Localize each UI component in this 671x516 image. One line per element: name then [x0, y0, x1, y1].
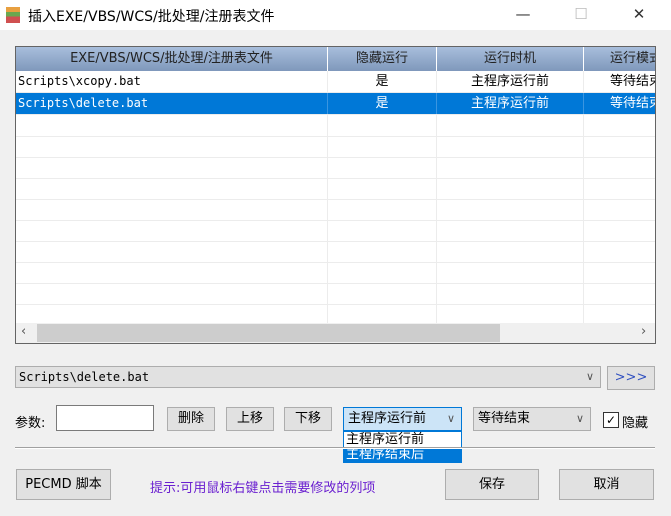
chevron-down-icon: ∨	[446, 412, 455, 425]
move-up-button[interactable]: 上移	[226, 407, 274, 431]
timing-option[interactable]: 主程序运行前	[344, 432, 461, 447]
window-title: 插入EXE/VBS/WCS/批处理/注册表文件	[28, 9, 275, 25]
hidden-checkbox[interactable]: ✓	[603, 412, 619, 428]
timing-combo[interactable]: 主程序运行前 ∨	[343, 407, 462, 431]
delete-button[interactable]: 删除	[167, 407, 215, 431]
column-header-hidden[interactable]: 隐藏运行	[328, 47, 437, 71]
grid-line	[16, 304, 655, 305]
cell-mode: 等待结束	[584, 93, 655, 114]
mode-combo[interactable]: 等待结束 ∨	[473, 407, 591, 431]
chevron-down-icon: ∨	[585, 370, 594, 383]
timing-option-highlighted[interactable]: 主程序结束后	[344, 447, 461, 462]
grid-line	[16, 283, 655, 284]
list-header: EXE/VBS/WCS/批处理/注册表文件 隐藏运行 运行时机 运行模式	[16, 47, 655, 71]
cell-timing: 主程序运行前	[437, 71, 584, 92]
cell-file: Scripts\xcopy.bat	[16, 71, 328, 92]
cell-file: Scripts\delete.bat	[16, 93, 328, 114]
pecmd-script-button[interactable]: PECMD 脚本	[16, 469, 111, 500]
cancel-button[interactable]: 取消	[559, 469, 654, 500]
move-down-button[interactable]: 下移	[284, 407, 332, 431]
scrollbar-thumb[interactable]	[37, 324, 500, 342]
file-combo[interactable]: Scripts\delete.bat ∨	[15, 366, 601, 388]
table-row-selected[interactable]: Scripts\delete.bat 是 主程序运行前 等待结束	[16, 93, 655, 115]
hidden-checkbox-label: 隐藏	[622, 416, 649, 431]
cell-mode: 等待结束	[584, 71, 655, 92]
maximize-button[interactable]: ☐	[558, 0, 604, 30]
grid-line	[16, 220, 655, 221]
title-bar: 插入EXE/VBS/WCS/批处理/注册表文件 — ☐ ✕	[0, 0, 671, 30]
cell-timing: 主程序运行前	[437, 93, 584, 114]
cell-hidden: 是	[328, 93, 437, 114]
horizontal-scrollbar[interactable]: ‹ ›	[16, 323, 655, 343]
browse-button[interactable]: >>>	[607, 366, 655, 390]
file-list[interactable]: EXE/VBS/WCS/批处理/注册表文件 隐藏运行 运行时机 运行模式 Scr…	[15, 46, 656, 344]
close-button[interactable]: ✕	[616, 0, 662, 30]
column-header-file[interactable]: EXE/VBS/WCS/批处理/注册表文件	[16, 47, 328, 71]
chevron-down-icon: ∨	[575, 412, 584, 425]
scroll-left-icon[interactable]: ‹	[21, 324, 26, 339]
file-combo-value: Scripts\delete.bat	[19, 370, 150, 384]
grid-line	[16, 178, 655, 179]
divider	[15, 447, 655, 449]
timing-combo-value: 主程序运行前	[348, 411, 427, 426]
column-header-mode[interactable]: 运行模式	[584, 47, 655, 71]
grid-line	[16, 241, 655, 242]
save-button[interactable]: 保存	[445, 469, 539, 500]
params-label: 参数:	[15, 416, 46, 431]
hint-text: 提示:可用鼠标右键点击需要修改的列项	[150, 481, 376, 496]
minimize-button[interactable]: —	[500, 0, 546, 30]
grid-line	[16, 136, 655, 137]
grid-line	[16, 157, 655, 158]
scroll-right-icon[interactable]: ›	[641, 324, 646, 339]
grid-line	[16, 199, 655, 200]
params-input[interactable]	[56, 405, 154, 431]
column-header-timing[interactable]: 运行时机	[437, 47, 584, 71]
app-icon	[6, 7, 20, 23]
table-row[interactable]: Scripts\xcopy.bat 是 主程序运行前 等待结束	[16, 71, 655, 93]
mode-combo-value: 等待结束	[478, 411, 531, 426]
grid-line	[16, 262, 655, 263]
cell-hidden: 是	[328, 71, 437, 92]
